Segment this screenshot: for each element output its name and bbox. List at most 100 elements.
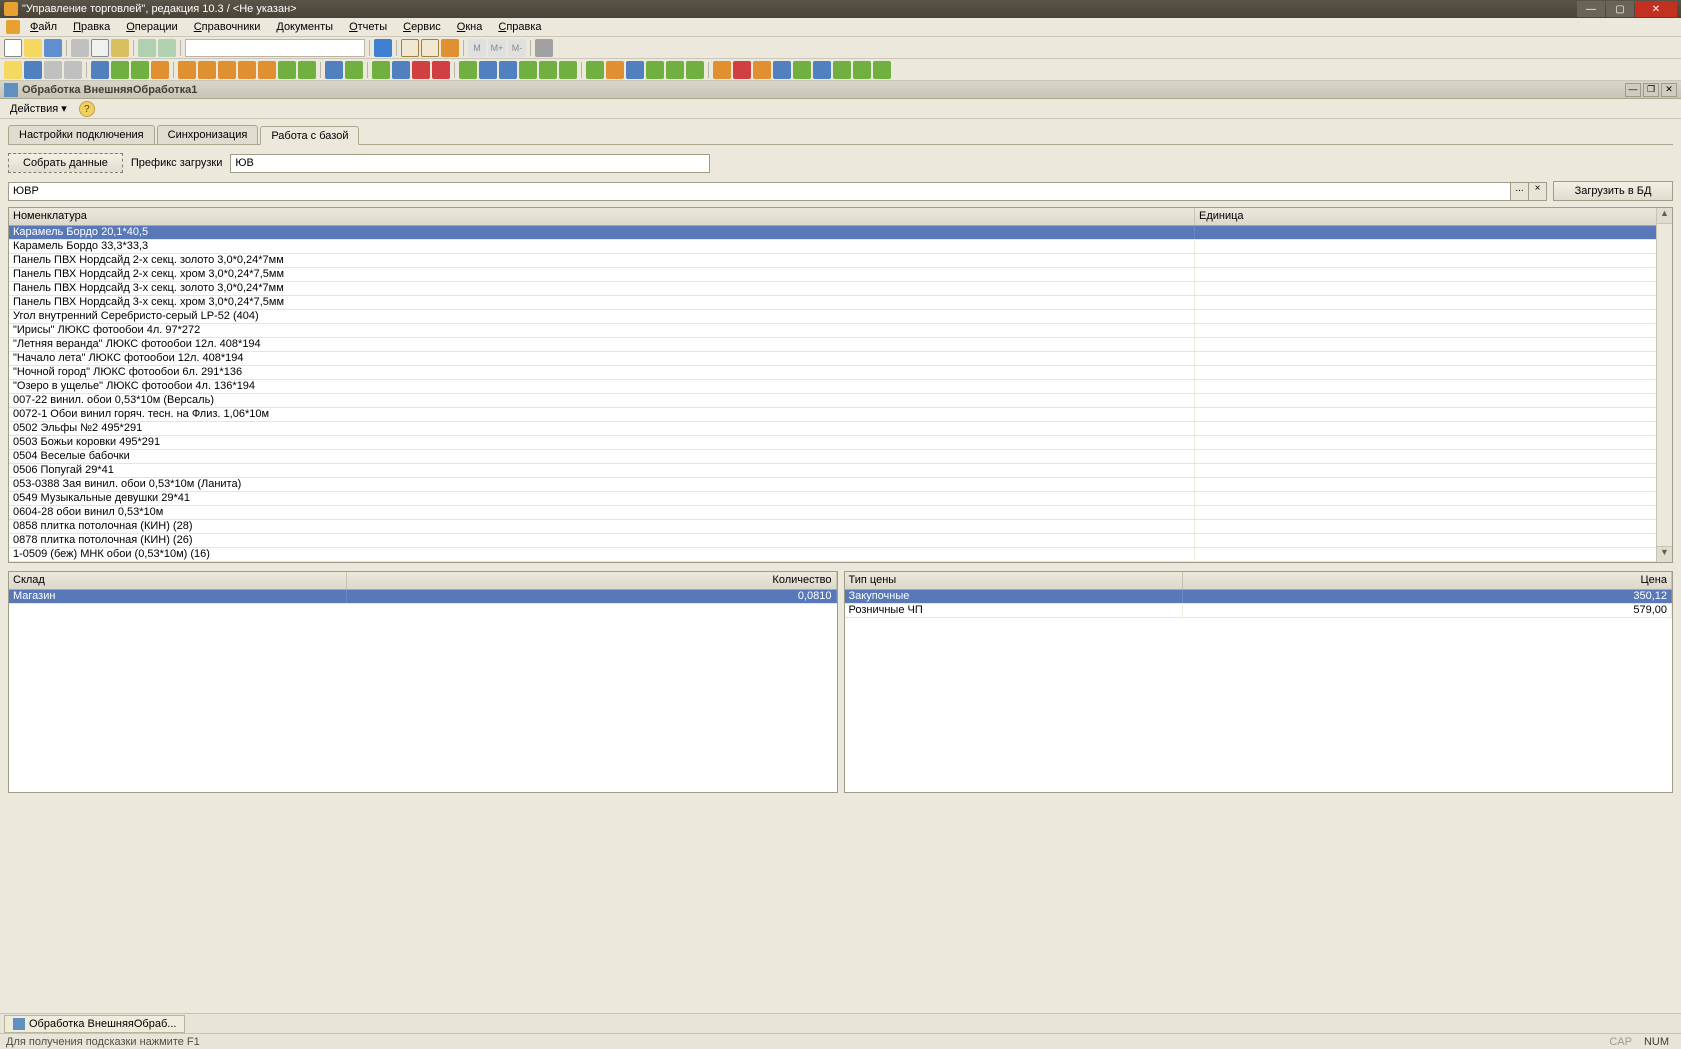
subwin-minimize[interactable]: — [1625, 83, 1641, 97]
table-row[interactable]: "Озеро в ущелье" ЛЮКС фотообои 4л. 136*1… [9, 380, 1672, 394]
table-row[interactable]: 0503 Божьи коровки 495*291 [9, 436, 1672, 450]
table-row[interactable]: 0858 плитка потолочная (КИН) (28) [9, 520, 1672, 534]
t2-icon-29[interactable] [606, 61, 624, 79]
table-row[interactable]: "Ирисы" ЛЮКС фотообои 4л. 97*272 [9, 324, 1672, 338]
t2-icon-5[interactable] [91, 61, 109, 79]
help-icon[interactable]: ? [79, 101, 95, 117]
price-body[interactable]: Закупочные350,12Розничные ЧП579,00 [845, 590, 1673, 792]
m-icon[interactable]: M [468, 39, 486, 57]
t2-icon-17[interactable] [345, 61, 363, 79]
taskbar-item[interactable]: Обработка ВнешняяОбраб... [4, 1015, 185, 1033]
prefix-input[interactable] [230, 154, 710, 173]
menu-1[interactable]: Правка [65, 19, 118, 35]
th-warehouse[interactable]: Склад [9, 572, 347, 589]
table-row[interactable]: Угол внутренний Серебристо-серый LP-52 (… [9, 310, 1672, 324]
menu-6[interactable]: Сервис [395, 19, 449, 35]
undo-icon[interactable] [138, 39, 156, 57]
menu-7[interactable]: Окна [449, 19, 491, 35]
group-input[interactable] [8, 182, 1511, 201]
subwin-close[interactable]: ✕ [1661, 83, 1677, 97]
t2-icon-9[interactable] [178, 61, 196, 79]
t2-icon-23[interactable] [479, 61, 497, 79]
tab-0[interactable]: Настройки подключения [8, 125, 155, 144]
actions-menu[interactable]: Действия ▾ [6, 101, 71, 116]
th-price[interactable]: Цена [1183, 572, 1673, 589]
table-row[interactable]: 053-0388 Зая винил. обои 0,53*10м (Ланит… [9, 478, 1672, 492]
table-row[interactable]: Панель ПВХ Нордсайд 3-х секц. золото 3,0… [9, 282, 1672, 296]
th-nomenclature[interactable]: Номенклатура [9, 208, 1195, 225]
menu-4[interactable]: Документы [268, 19, 341, 35]
th-unit[interactable]: Единица [1195, 208, 1672, 225]
table-row[interactable]: 1-0509 (беж) МНК обои (0,53*10м) (16) [9, 548, 1672, 562]
table-row[interactable]: 0604-28 обои винил 0,53*10м [9, 506, 1672, 520]
t2-icon-15[interactable] [298, 61, 316, 79]
warehouse-body[interactable]: Магазин0,0810 [9, 590, 837, 792]
t2-icon-11[interactable] [218, 61, 236, 79]
paste-icon[interactable] [111, 39, 129, 57]
t2-icon-33[interactable] [686, 61, 704, 79]
redo-icon[interactable] [158, 39, 176, 57]
t2-icon-13[interactable] [258, 61, 276, 79]
t2-icon-3[interactable] [44, 61, 62, 79]
table-row[interactable]: Карамель Бордо 33,3*33,3 [9, 240, 1672, 254]
nomenclature-body[interactable]: Карамель Бордо 20,1*40,5Карамель Бордо 3… [9, 226, 1672, 562]
table-row[interactable]: Магазин0,0810 [9, 590, 837, 604]
t2-icon-36[interactable] [753, 61, 771, 79]
t2-icon-35[interactable] [733, 61, 751, 79]
tab-1[interactable]: Синхронизация [157, 125, 259, 144]
table-row[interactable]: 0549 Музыкальные девушки 29*41 [9, 492, 1672, 506]
table-row[interactable]: Закупочные350,12 [845, 590, 1673, 604]
table-row[interactable]: Розничные ЧП579,00 [845, 604, 1673, 618]
table-row[interactable]: 0072-1 Обои винил горяч. тесн. на Флиз. … [9, 408, 1672, 422]
menu-3[interactable]: Справочники [186, 19, 269, 35]
t2-icon-31[interactable] [646, 61, 664, 79]
minimize-button[interactable]: — [1577, 1, 1605, 17]
t2-icon-32[interactable] [666, 61, 684, 79]
t2-icon-41[interactable] [853, 61, 871, 79]
group-clear-button[interactable]: × [1529, 182, 1547, 201]
t2-icon-1[interactable] [4, 61, 22, 79]
subwin-restore[interactable]: ❐ [1643, 83, 1659, 97]
t2-icon-18[interactable] [372, 61, 390, 79]
table-row[interactable]: "Летняя веранда" ЛЮКС фотообои 12л. 408*… [9, 338, 1672, 352]
table-row[interactable]: 007-22 винил. обои 0,53*10м (Версаль) [9, 394, 1672, 408]
calendar2-icon[interactable] [421, 39, 439, 57]
brush-icon[interactable] [535, 39, 553, 57]
table-row[interactable]: 0878 плитка потолочная (КИН) (26) [9, 534, 1672, 548]
table-row[interactable]: Панель ПВХ Нордсайд 2-х секц. хром 3,0*0… [9, 268, 1672, 282]
t2-icon-26[interactable] [539, 61, 557, 79]
scroll-down-icon[interactable]: ▼ [1657, 546, 1672, 562]
t2-icon-10[interactable] [198, 61, 216, 79]
search-combo[interactable] [185, 39, 365, 57]
menu-8[interactable]: Справка [490, 19, 549, 35]
new-icon[interactable] [4, 39, 22, 57]
table-row[interactable]: Карамель Бордо 20,1*40,5 [9, 226, 1672, 240]
table-row[interactable]: Панель ПВХ Нордсайд 3-х секц. хром 3,0*0… [9, 296, 1672, 310]
t2-icon-25[interactable] [519, 61, 537, 79]
vertical-scrollbar[interactable]: ▲ ▼ [1656, 208, 1672, 562]
close-button[interactable]: ✕ [1635, 1, 1677, 17]
t2-icon-24[interactable] [499, 61, 517, 79]
t2-icon-20[interactable] [412, 61, 430, 79]
load-db-button[interactable]: Загрузить в БД [1553, 181, 1673, 201]
t2-icon-30[interactable] [626, 61, 644, 79]
t2-icon-14[interactable] [278, 61, 296, 79]
table-row[interactable]: Панель ПВХ Нордсайд 2-х секц. золото 3,0… [9, 254, 1672, 268]
cut-icon[interactable] [71, 39, 89, 57]
table-row[interactable]: "Ночной город" ЛЮКС фотообои 6л. 291*136 [9, 366, 1672, 380]
group-select-button[interactable]: ... [1511, 182, 1529, 201]
table-row[interactable]: 0504 Веселые бабочки [9, 450, 1672, 464]
tool-icon[interactable] [441, 39, 459, 57]
t2-icon-39[interactable] [813, 61, 831, 79]
menu-5[interactable]: Отчеты [341, 19, 395, 35]
menu-0[interactable]: Файл [22, 19, 65, 35]
table-row[interactable]: "Начало лета" ЛЮКС фотообои 12л. 408*194 [9, 352, 1672, 366]
menu-2[interactable]: Операции [118, 19, 185, 35]
t2-icon-16[interactable] [325, 61, 343, 79]
th-pricetype[interactable]: Тип цены [845, 572, 1183, 589]
t2-icon-22[interactable] [459, 61, 477, 79]
t2-icon-7[interactable] [131, 61, 149, 79]
maximize-button[interactable]: ▢ [1606, 1, 1634, 17]
t2-icon-4[interactable] [64, 61, 82, 79]
t2-icon-27[interactable] [559, 61, 577, 79]
